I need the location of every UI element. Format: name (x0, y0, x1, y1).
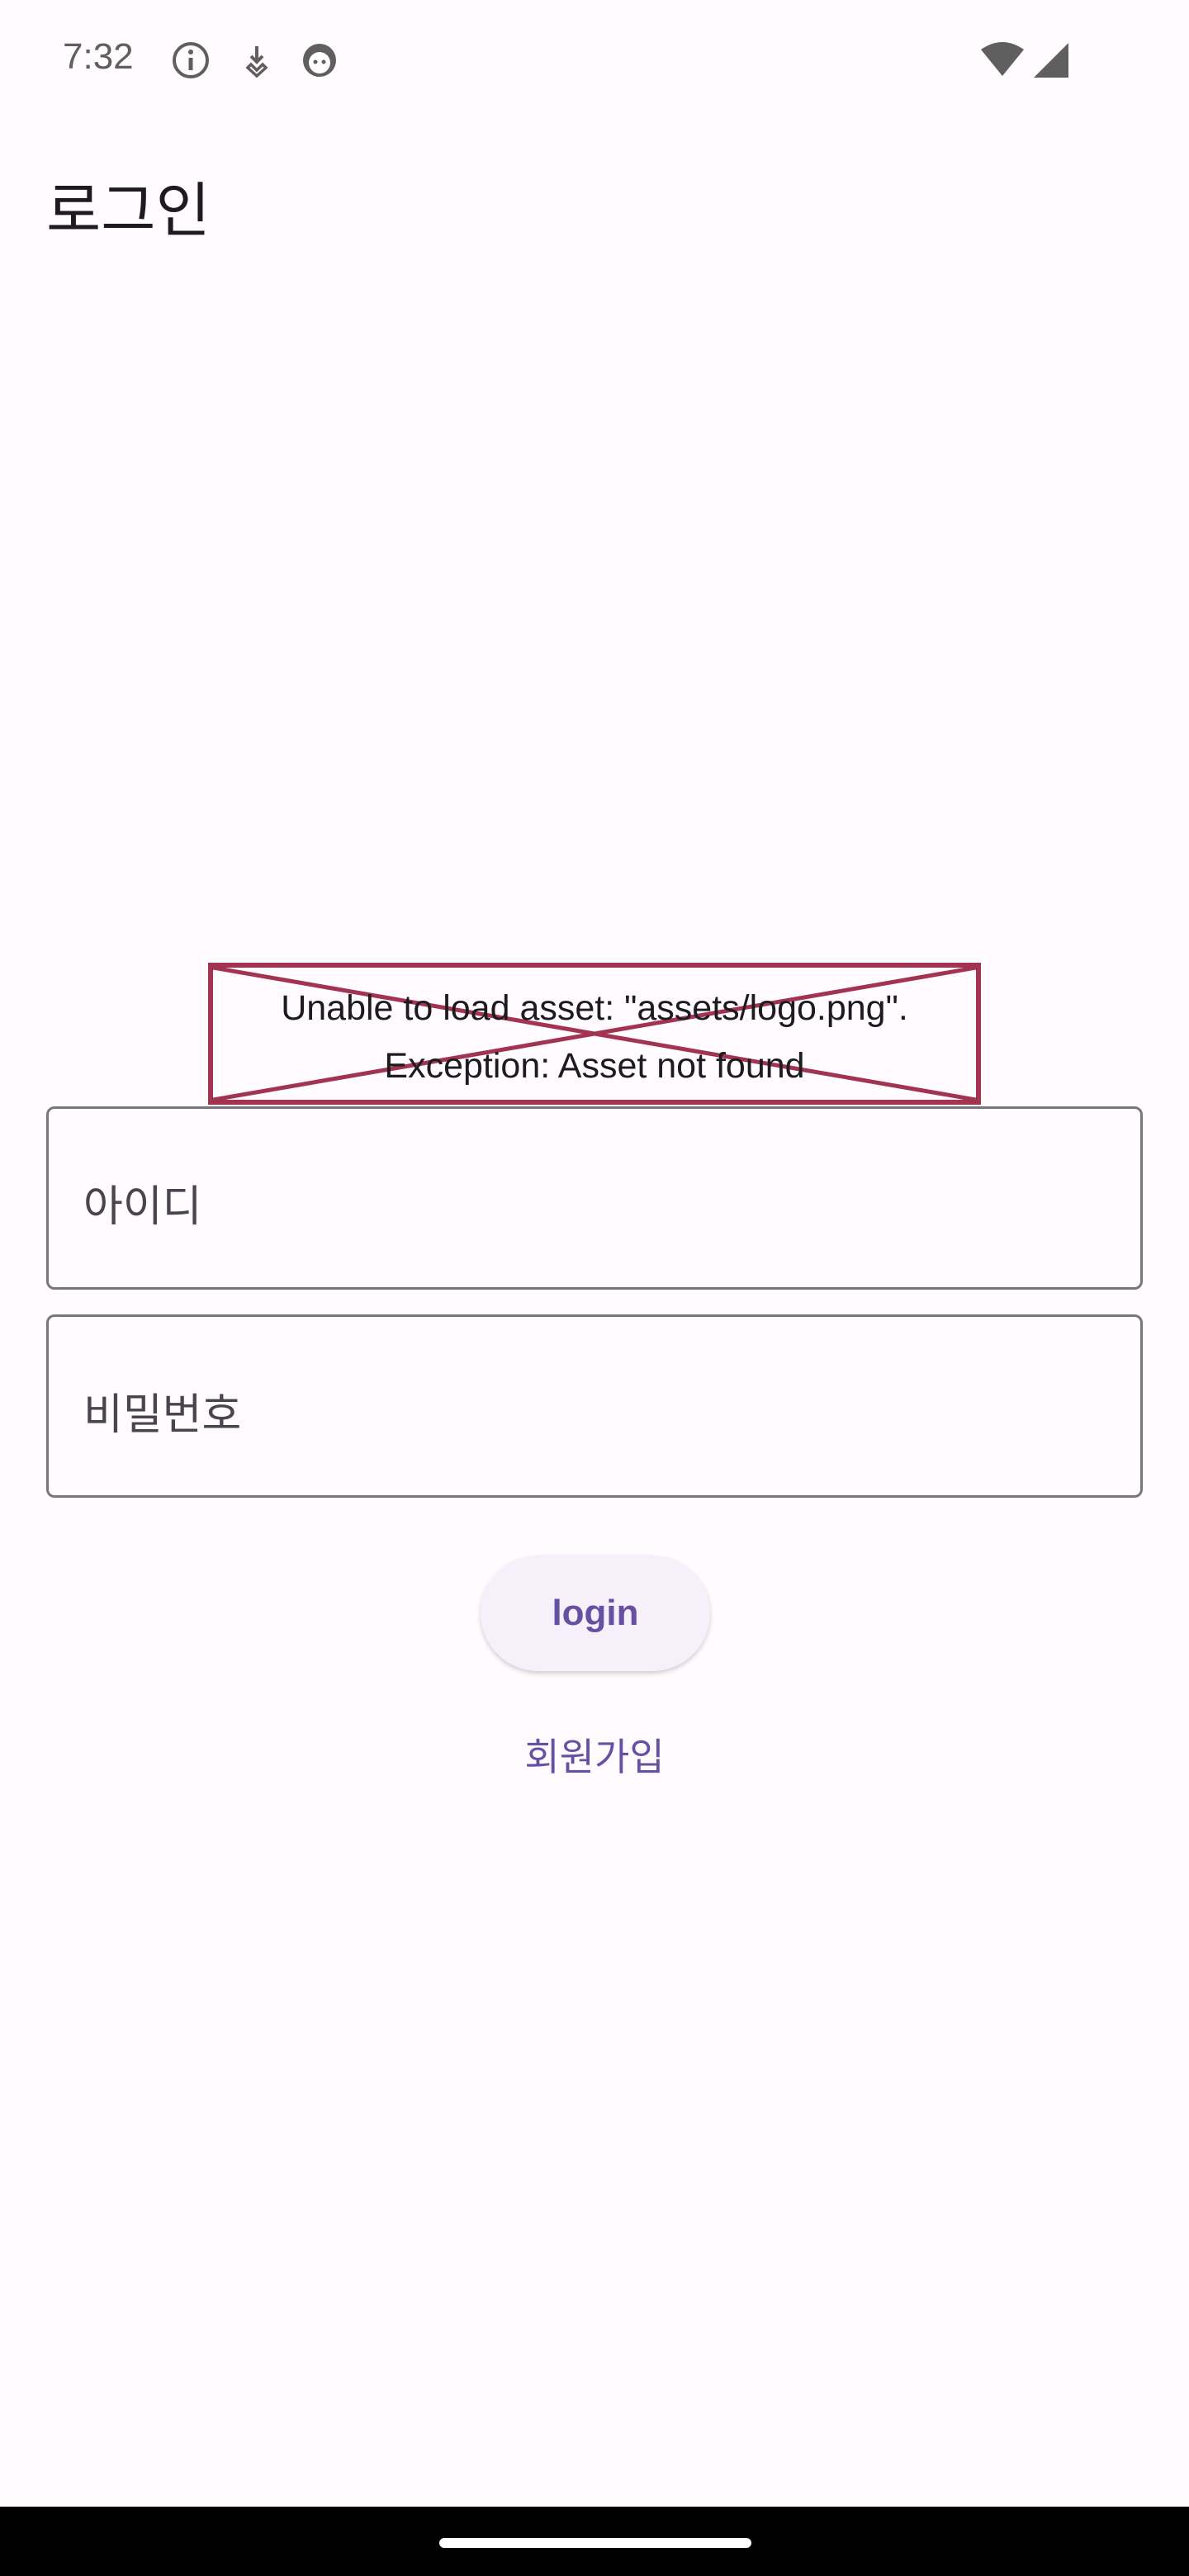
cellular-signal-icon (1030, 40, 1072, 81)
id-field-label: 아이디 (83, 1182, 202, 1232)
wifi-icon (979, 40, 1026, 81)
download-icon (236, 40, 277, 81)
logo-image-error: Unable to load asset: "assets/logo.png".… (208, 963, 981, 1105)
password-field[interactable]: 비밀번호 (46, 1314, 1143, 1498)
status-bar: 7:32 (0, 0, 1189, 124)
system-navigation-bar (0, 2507, 1189, 2576)
id-field[interactable]: 아이디 (46, 1106, 1143, 1290)
signup-button[interactable]: 회원가입 (0, 1727, 1189, 1782)
page-title: 로그인 (46, 176, 211, 245)
asset-error-line-2: Exception: Asset not found (384, 1046, 805, 1086)
asset-error-message: Unable to load asset: "assets/logo.png".… (213, 979, 976, 1095)
password-field-label: 비밀번호 (83, 1390, 242, 1440)
login-button[interactable]: login (481, 1556, 710, 1671)
info-icon (170, 40, 211, 81)
status-time: 7:32 (63, 36, 134, 77)
asset-error-line-1: Unable to load asset: "assets/logo.png". (281, 988, 908, 1028)
login-screen: 7:32 로그인 Unable to load asset: "assets/l… (0, 0, 1189, 2576)
home-gesture-handle[interactable] (439, 2538, 751, 2548)
android-icon (299, 40, 340, 81)
